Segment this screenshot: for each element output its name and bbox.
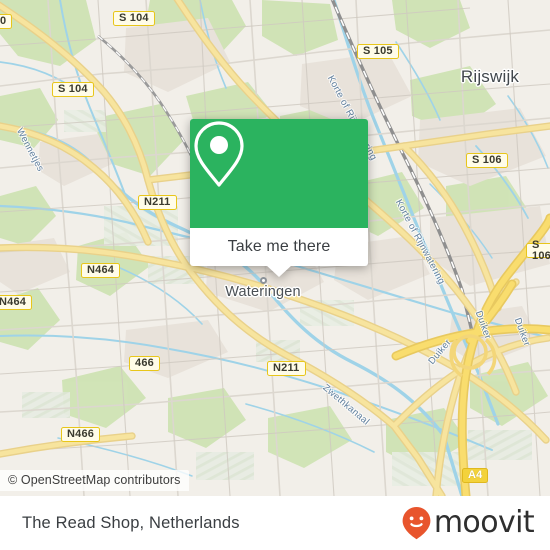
road-shield-n211-south: N211 <box>267 361 306 376</box>
town-marker-dot <box>260 277 267 284</box>
take-me-there-label: Take me there <box>227 238 331 255</box>
road-shield-s104-west: S 104 <box>52 82 94 97</box>
footer-bar: The Read Shop, Netherlands moovit <box>0 496 550 550</box>
location-pin-icon <box>194 121 244 187</box>
road-shield-n464-west: N464 <box>0 295 33 310</box>
road-shield-n466: N466 <box>61 427 101 442</box>
road-shield-n464-center: N464 <box>81 263 121 278</box>
moovit-logo[interactable]: moovit <box>401 505 535 540</box>
road-shield-n211-west: N211 <box>138 195 177 210</box>
moovit-smiley-pin-icon <box>401 506 432 540</box>
destination-popup-card[interactable]: Take me there <box>190 119 368 277</box>
road-shield-a4: A4 <box>462 468 489 483</box>
popup-cta-area[interactable]: Take me there <box>190 228 368 266</box>
road-shield-s106-north: S 106 <box>466 153 508 168</box>
map-canvas[interactable]: Rijswijk Wateringen Wennetjes Korte of R… <box>0 0 550 496</box>
place-title: The Read Shop, Netherlands <box>22 513 240 532</box>
road-shield-s104-north: S 104 <box>113 11 155 26</box>
osm-attribution[interactable]: © OpenStreetMap contributors <box>0 470 189 491</box>
popup-pointer-tail <box>266 265 292 277</box>
moovit-map-screenshot: Rijswijk Wateringen Wennetjes Korte of R… <box>0 0 550 550</box>
road-shield-0: 0 <box>0 14 13 29</box>
road-shield-466: 466 <box>129 356 160 371</box>
moovit-wordmark: moovit <box>433 505 535 540</box>
road-shield-s106-east: S 106 <box>526 239 550 261</box>
popup-image-area <box>190 119 368 228</box>
road-shield-s105: S 105 <box>357 44 399 59</box>
